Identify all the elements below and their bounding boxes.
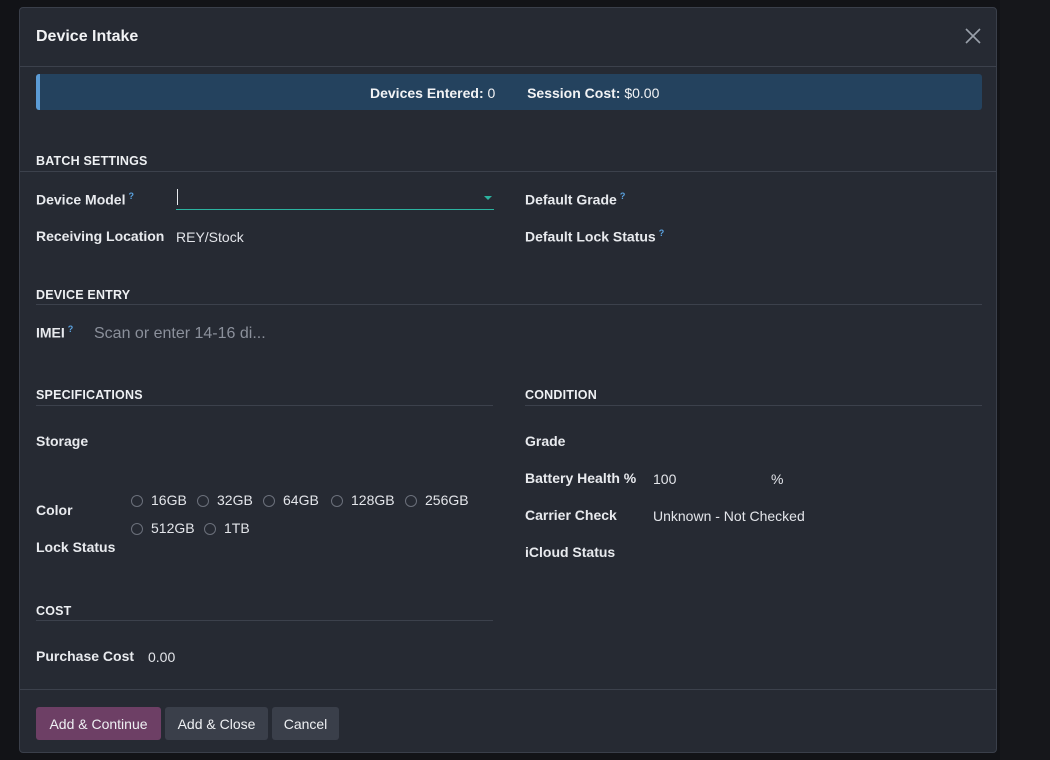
storage-label: Storage: [36, 433, 89, 449]
radio-circle[interactable]: [263, 495, 275, 507]
session-cost-label: Session Cost:: [527, 85, 621, 101]
device-model-select[interactable]: [176, 184, 494, 210]
receiving-location-label: Receiving Location: [36, 228, 165, 244]
devices-entered-label: Devices Entered:: [370, 85, 484, 101]
radio-circle[interactable]: [405, 495, 417, 507]
close-icon: [964, 27, 982, 45]
storage-option-1tb[interactable]: 1TB: [204, 520, 250, 536]
storage-option-32gb[interactable]: 32GB: [197, 492, 253, 508]
radio-circle[interactable]: [331, 495, 343, 507]
cost-title: COST: [36, 604, 72, 618]
battery-health-input[interactable]: 100: [653, 471, 676, 487]
color-label: Color: [36, 502, 73, 518]
storage-option-16gb[interactable]: 16GB: [131, 492, 187, 508]
divider: [36, 405, 493, 406]
storage-option-256gb[interactable]: 256GB: [405, 492, 469, 508]
help-icon[interactable]: ?: [620, 191, 626, 201]
text-caret: [177, 189, 178, 205]
storage-option-512gb[interactable]: 512GB: [131, 520, 195, 536]
divider: [525, 405, 982, 406]
carrier-check-label: Carrier Check: [525, 507, 617, 523]
battery-unit: %: [771, 471, 784, 487]
session-cost-value: $0.00: [624, 85, 660, 101]
purchase-cost-input[interactable]: 0.00: [148, 649, 175, 665]
imei-label: IMEI?: [36, 324, 74, 341]
chevron-down-icon[interactable]: [484, 196, 492, 200]
backdrop: [1000, 0, 1050, 760]
help-icon[interactable]: ?: [659, 228, 665, 238]
imei-input[interactable]: [94, 322, 344, 346]
battery-health-label: Battery Health %: [525, 470, 637, 486]
device-model-label: Device Model?: [36, 191, 134, 208]
device-entry-title: DEVICE ENTRY: [36, 288, 131, 302]
session-summary-banner: Devices Entered: 0 Session Cost: $0.00: [36, 74, 982, 110]
grade-label: Grade: [525, 433, 566, 449]
help-icon[interactable]: ?: [128, 191, 134, 201]
divider: [20, 171, 996, 172]
default-lock-status-label: Default Lock Status?: [525, 228, 665, 245]
specifications-title: SPECIFICATIONS: [36, 388, 143, 402]
storage-option-128gb[interactable]: 128GB: [331, 492, 395, 508]
radio-circle[interactable]: [131, 495, 143, 507]
radio-circle[interactable]: [197, 495, 209, 507]
storage-option-64gb[interactable]: 64GB: [263, 492, 319, 508]
device-intake-modal: Device Intake Devices Entered: 0 Session…: [19, 7, 997, 753]
add-continue-button[interactable]: Add & Continue: [36, 707, 161, 740]
help-icon[interactable]: ?: [68, 324, 74, 334]
add-close-button[interactable]: Add & Close: [165, 707, 268, 740]
modal-footer: Add & Continue Add & Close Cancel: [20, 689, 996, 752]
receiving-location-value[interactable]: REY/Stock: [176, 229, 244, 245]
lock-status-label: Lock Status: [36, 539, 116, 555]
divider: [36, 304, 982, 305]
batch-settings-title: BATCH SETTINGS: [36, 154, 148, 168]
devices-entered-value: 0: [487, 85, 496, 101]
divider: [36, 620, 493, 621]
modal-header: Device Intake: [20, 8, 996, 67]
cancel-button[interactable]: Cancel: [272, 707, 339, 740]
default-grade-label: Default Grade?: [525, 191, 626, 208]
modal-title: Device Intake: [36, 28, 139, 45]
radio-circle[interactable]: [131, 523, 143, 535]
icloud-status-label: iCloud Status: [525, 544, 616, 560]
carrier-check-value[interactable]: Unknown - Not Checked: [653, 508, 805, 524]
condition-title: CONDITION: [525, 388, 597, 402]
purchase-cost-label: Purchase Cost: [36, 648, 135, 664]
radio-circle[interactable]: [204, 523, 216, 535]
close-button[interactable]: [964, 27, 982, 45]
